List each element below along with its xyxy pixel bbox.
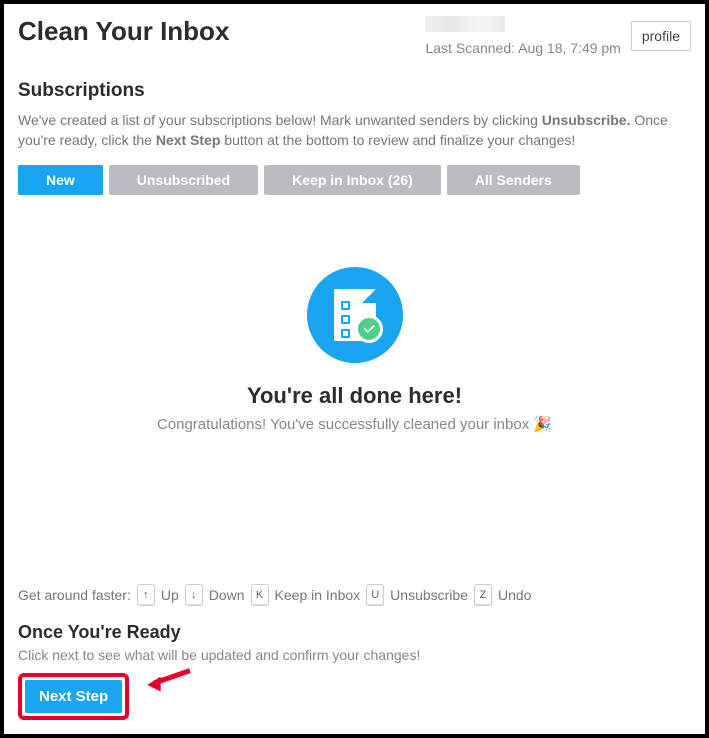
empty-state: You're all done here! Congratulations! Y… bbox=[18, 267, 691, 433]
ready-heading: Once You're Ready bbox=[18, 622, 691, 643]
tab-new[interactable]: New bbox=[18, 165, 103, 195]
done-subtitle: Congratulations! You've successfully cle… bbox=[18, 415, 691, 433]
intro-text: We've created a list of your subscriptio… bbox=[18, 110, 691, 151]
key-down-icon: ↓ bbox=[185, 584, 203, 606]
label-keep: Keep in Inbox bbox=[275, 587, 361, 603]
email-redacted bbox=[425, 16, 505, 32]
subscriptions-heading: Subscriptions bbox=[18, 80, 691, 102]
label-down: Down bbox=[209, 587, 245, 603]
ready-subtitle: Click next to see what will be updated a… bbox=[18, 647, 691, 663]
label-up: Up bbox=[161, 587, 179, 603]
key-up-icon: ↑ bbox=[137, 584, 155, 606]
label-undo: Undo bbox=[498, 587, 531, 603]
done-illustration-icon bbox=[307, 267, 403, 363]
tab-keep-in-inbox[interactable]: Keep in Inbox (26) bbox=[264, 165, 441, 195]
key-keep-icon: K bbox=[251, 584, 269, 606]
tab-unsubscribed[interactable]: Unsubscribed bbox=[109, 165, 258, 195]
key-undo-icon: Z bbox=[474, 584, 492, 606]
annotation-arrow-icon bbox=[144, 664, 194, 694]
tab-all-senders[interactable]: All Senders bbox=[447, 165, 580, 195]
label-unsub: Unsubscribe bbox=[390, 587, 468, 603]
filter-tabs: New Unsubscribed Keep in Inbox (26) All … bbox=[18, 165, 691, 195]
last-scanned: Last Scanned: Aug 18, 7:49 pm bbox=[425, 40, 620, 56]
page-title: Clean Your Inbox bbox=[18, 16, 229, 47]
next-step-highlight: Next Step bbox=[18, 673, 129, 720]
profile-button[interactable]: profile bbox=[631, 21, 691, 51]
done-title: You're all done here! bbox=[18, 383, 691, 409]
key-unsub-icon: U bbox=[366, 584, 384, 606]
next-step-button[interactable]: Next Step bbox=[25, 680, 122, 713]
hotkey-lead: Get around faster: bbox=[18, 587, 131, 603]
hotkey-hints: Get around faster: ↑ Up ↓ Down K Keep in… bbox=[18, 584, 531, 606]
checkmark-badge-icon bbox=[355, 315, 383, 343]
